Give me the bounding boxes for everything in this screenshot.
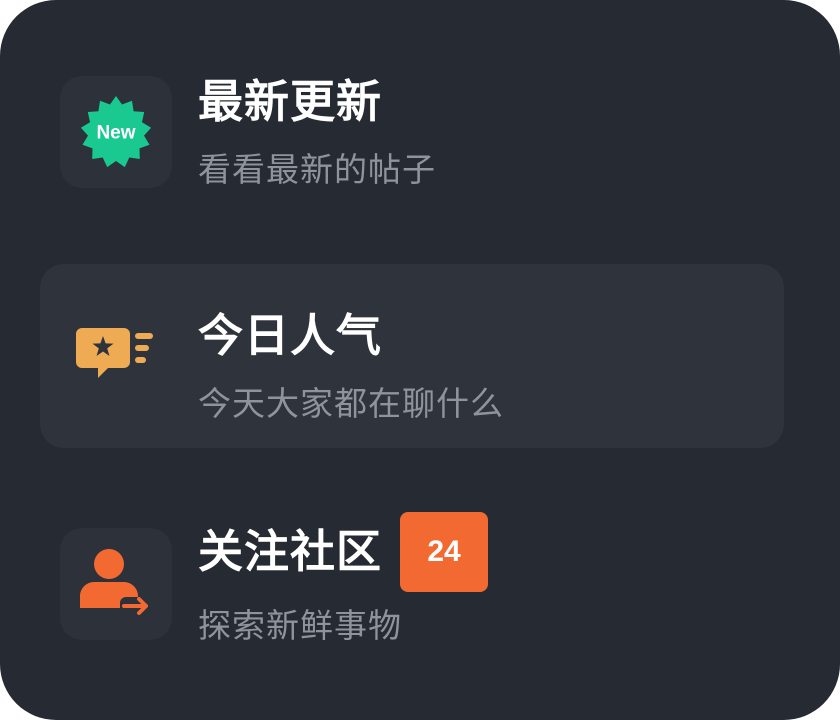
followed-communities-subtitle: 探索新鲜事物 <box>198 606 402 645</box>
new-badge-text: New <box>96 123 135 144</box>
latest-updates-icon-box: New <box>60 76 172 188</box>
menu-item-latest-updates[interactable]: New 最新更新 看看最新的帖子 <box>40 30 784 214</box>
followed-communities-title: 关注社区 <box>198 525 383 578</box>
followed-communities-title-row: 关注社区 24 <box>198 512 489 592</box>
star-chat-icon <box>76 328 153 378</box>
menu-item-followed-communities[interactable]: 关注社区 24 探索新鲜事物 <box>40 492 784 676</box>
trending-today-icon-box <box>60 300 172 412</box>
latest-updates-title-row: 最新更新 <box>198 74 382 130</box>
latest-updates-title: 最新更新 <box>198 75 383 128</box>
menu-item-trending-today[interactable]: 今日人气 今天大家都在聊什么 <box>40 264 784 448</box>
latest-updates-subtitle: 看看最新的帖子 <box>198 150 436 189</box>
followed-communities-icon-box <box>60 528 172 640</box>
user-follow-icon <box>80 549 148 615</box>
trending-today-title-row: 今日人气 <box>198 308 382 364</box>
navigation-panel: New 最新更新 看看最新的帖子 今日人气 今天大家都在聊什么 关注社区 24 … <box>0 0 840 720</box>
new-badge-icon: New <box>80 96 152 168</box>
trending-today-title: 今日人气 <box>198 309 383 362</box>
trending-today-subtitle: 今天大家都在聊什么 <box>198 384 504 423</box>
notification-count-badge: 24 <box>400 512 489 592</box>
